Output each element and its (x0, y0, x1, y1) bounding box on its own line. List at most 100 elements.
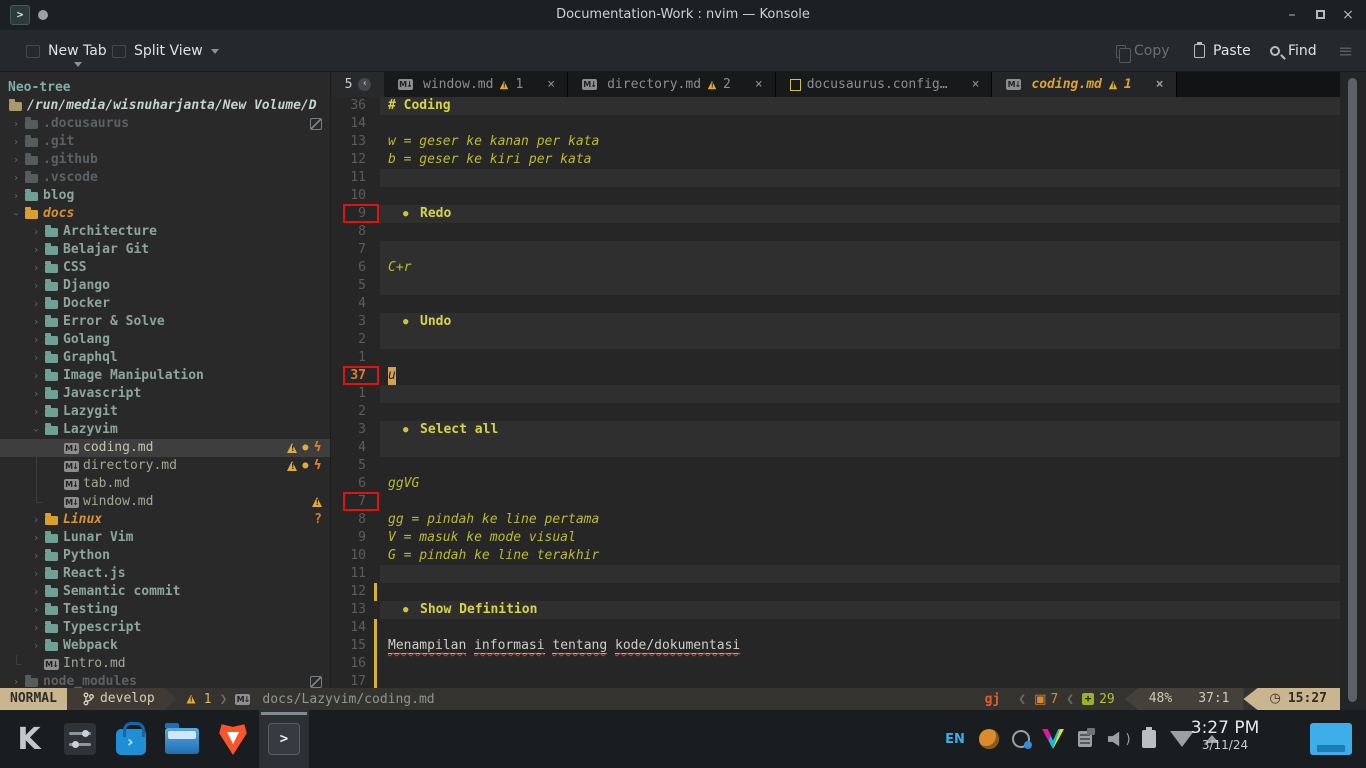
tree-folder-Javascript[interactable]: ›Javascript (0, 385, 330, 403)
editor-line[interactable]: 8gg = pindah ke line pertama (332, 511, 1340, 529)
terminal-scrollbar-thumb[interactable] (1348, 78, 1357, 702)
menu-button[interactable]: ≡ (1338, 30, 1352, 72)
tree-folder-Belajar Git[interactable]: ›Belajar Git (0, 241, 330, 259)
new-tab-button[interactable]: New Tab (26, 30, 107, 72)
chevron-right-icon[interactable]: › (28, 583, 44, 601)
battery-tray-icon[interactable] (1134, 710, 1164, 768)
close-icon[interactable]: × (547, 77, 555, 92)
editor-line[interactable]: 9●Redo (332, 205, 1340, 223)
tree-folder-Linux[interactable]: ›Linux? (0, 511, 330, 529)
editor-line[interactable]: 16 (332, 655, 1340, 673)
chevron-right-icon[interactable]: › (8, 673, 24, 688)
buffer-tab[interactable]: docusaurus.config…× (776, 72, 993, 97)
tree-file-window.md[interactable]: M↓window.md (0, 493, 330, 511)
editor-line[interactable]: 5 (332, 457, 1340, 475)
editor-line[interactable]: 7 (332, 241, 1340, 259)
paste-button[interactable]: Paste (1194, 30, 1251, 72)
chevron-right-icon[interactable]: › (28, 403, 44, 421)
editor-line[interactable]: 1 (332, 349, 1340, 367)
tree-folder-Testing[interactable]: ›Testing (0, 601, 330, 619)
volume-tray-icon[interactable]: ) (1102, 710, 1132, 768)
updates-tray-icon[interactable] (1006, 710, 1036, 768)
tree-folder-.vscode[interactable]: ›.vscode (0, 169, 330, 187)
editor-line[interactable]: 17 (332, 673, 1340, 688)
clock-widget[interactable]: 3:27 PM 3/11/24 (1170, 718, 1280, 752)
chevron-right-icon[interactable]: › (8, 115, 24, 133)
minimize-button[interactable]: – (1278, 0, 1306, 30)
tree-folder-Lunar Vim[interactable]: ›Lunar Vim (0, 529, 330, 547)
buffer-tab[interactable]: M↓coding.md1× (992, 72, 1176, 97)
editor-line[interactable]: 6ggVG (332, 475, 1340, 493)
editor-line[interactable]: 5 (332, 277, 1340, 295)
editor-line[interactable]: 12 (332, 583, 1340, 601)
chevron-right-icon[interactable]: › (28, 601, 44, 619)
editor-line[interactable]: 13w = geser ke kanan per kata (332, 133, 1340, 151)
editor-line[interactable]: 13●Show Definition (332, 601, 1340, 619)
chevron-right-icon[interactable]: › (8, 169, 24, 187)
editor-line[interactable]: 11 (332, 565, 1340, 583)
editor-line[interactable]: 1 (332, 385, 1340, 403)
desktop-pager[interactable] (1310, 723, 1352, 755)
editor-line[interactable]: 10 (332, 187, 1340, 205)
chevron-right-icon[interactable]: › (8, 187, 24, 205)
terminal-scrollbar-track[interactable] (1340, 72, 1366, 710)
editor-line[interactable]: 14 (332, 115, 1340, 133)
chevron-right-icon[interactable]: › (28, 547, 44, 565)
tree-folder-Django[interactable]: ›Django (0, 277, 330, 295)
keyboard-layout-indicator[interactable]: EN (940, 710, 970, 768)
chevron-down-icon[interactable]: › (7, 206, 25, 222)
editor-line[interactable]: 4 (332, 295, 1340, 313)
system-settings-button[interactable] (55, 710, 105, 768)
kde-launcher-button[interactable]: K (4, 710, 54, 768)
editor-line[interactable]: 3●Select all (332, 421, 1340, 439)
editor-line[interactable]: 10G = pindah ke line terakhir (332, 547, 1340, 565)
chevron-right-icon[interactable]: › (28, 565, 44, 583)
split-view-button[interactable]: Split View (112, 30, 219, 72)
editor-line[interactable]: 36# Coding (332, 97, 1340, 115)
tree-folder-node_modules[interactable]: ›node_modules (0, 673, 330, 688)
editor-line[interactable]: 8 (332, 223, 1340, 241)
chevron-right-icon[interactable]: › (28, 331, 44, 349)
chevron-right-icon[interactable]: › (28, 529, 44, 547)
chevron-right-icon[interactable]: › (28, 313, 44, 331)
chevron-right-icon[interactable]: › (28, 385, 44, 403)
buffer-tab[interactable]: M↓directory.md2× (568, 72, 776, 97)
chevron-right-icon[interactable]: › (28, 619, 44, 637)
maximize-button[interactable] (1306, 0, 1334, 30)
tree-folder-blog[interactable]: ›blog (0, 187, 330, 205)
tree-folder-Architecture[interactable]: ›Architecture (0, 223, 330, 241)
editor-buffer[interactable]: 36# Coding1413w = geser ke kanan per kat… (332, 97, 1340, 688)
tree-folder-Error & Solve[interactable]: ›Error & Solve (0, 313, 330, 331)
chevron-right-icon[interactable]: › (28, 259, 44, 277)
close-icon[interactable]: × (1156, 77, 1164, 92)
chevron-right-icon[interactable]: › (28, 349, 44, 367)
tree-folder-React.js[interactable]: ›React.js (0, 565, 330, 583)
tree-folder-Lazygit[interactable]: ›Lazygit (0, 403, 330, 421)
chevron-right-icon[interactable]: › (28, 295, 44, 313)
copy-button[interactable]: Copy (1116, 30, 1170, 72)
tree-folder-Python[interactable]: ›Python (0, 547, 330, 565)
tree-folder-Image Manipulation[interactable]: ›Image Manipulation (0, 367, 330, 385)
chevron-down-icon[interactable]: › (27, 422, 45, 438)
find-button[interactable]: Find (1270, 30, 1317, 72)
editor-line[interactable]: 9V = masuk ke mode visual (332, 529, 1340, 547)
brave-button[interactable] (208, 710, 258, 768)
chevron-right-icon[interactable]: › (28, 241, 44, 259)
close-button[interactable]: × (1334, 0, 1362, 30)
discover-button[interactable] (106, 710, 156, 768)
editor-line[interactable]: 12b = geser ke kiri per kata (332, 151, 1340, 169)
tree-folder-.docusaurus[interactable]: ›.docusaurus (0, 115, 330, 133)
tree-file-Intro.md[interactable]: M↓Intro.md (0, 655, 330, 673)
editor-line[interactable]: 7 (332, 493, 1340, 511)
chevron-right-icon[interactable]: › (28, 637, 44, 655)
buffer-tab[interactable]: M↓window.md1× (384, 72, 568, 97)
chevron-right-icon[interactable]: › (28, 223, 44, 241)
tree-folder-.git[interactable]: ›.git (0, 133, 330, 151)
tree-folder-Graphql[interactable]: ›Graphql (0, 349, 330, 367)
tree-folder-docs[interactable]: ›docs (0, 205, 330, 223)
editor-line[interactable]: 3●Undo (332, 313, 1340, 331)
editor-line[interactable]: 11 (332, 169, 1340, 187)
tree-file-directory.md[interactable]: M↓directory.md●ϟ (0, 457, 330, 475)
editor-line[interactable]: 2 (332, 403, 1340, 421)
tree-folder-Golang[interactable]: ›Golang (0, 331, 330, 349)
